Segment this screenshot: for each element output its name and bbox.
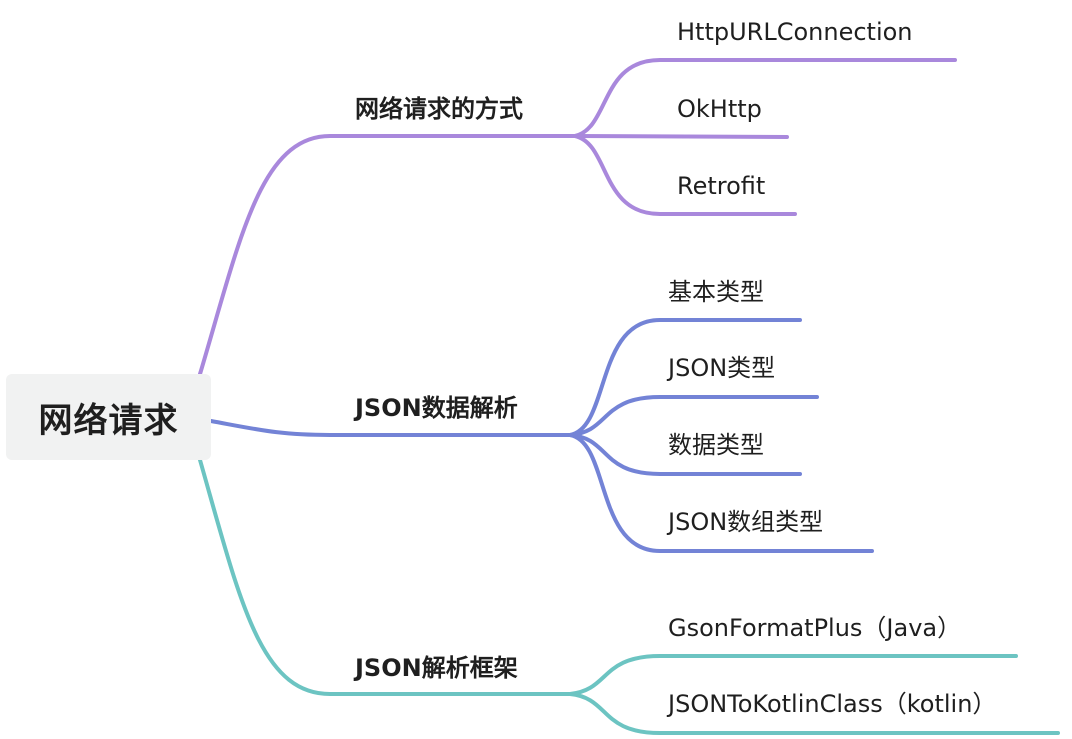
branch-2-leaf-4-label[interactable]: JSON数组类型 bbox=[668, 510, 823, 534]
root-to-branch-2-connector bbox=[209, 419, 577, 437]
branch-2-leaf-2-label[interactable]: JSON类型 bbox=[668, 356, 775, 380]
branch-1-leaf-2-label[interactable]: OkHttp bbox=[677, 97, 762, 121]
branch-3-leaf-2-label[interactable]: JSONToKotlinClass（kotlin） bbox=[668, 692, 996, 716]
root-label: 网络请求 bbox=[38, 400, 179, 441]
root-to-branch-1-connector bbox=[198, 134, 577, 376]
branch-1-label[interactable]: 网络请求的方式 bbox=[355, 97, 523, 121]
branch-2-leaf-3-label[interactable]: 数据类型 bbox=[668, 433, 764, 457]
root-node[interactable]: 网络请求 bbox=[6, 374, 211, 460]
branch-2-label[interactable]: JSON数据解析 bbox=[355, 396, 518, 420]
branch-3-to-leaf-1-connector bbox=[568, 654, 1018, 696]
branch-3-label[interactable]: JSON解析框架 bbox=[355, 656, 518, 680]
branch-2-leaf-1-label[interactable]: 基本类型 bbox=[668, 280, 764, 304]
branch-1-leaf-1-label[interactable]: HttpURLConnection bbox=[677, 20, 913, 44]
branch-1-to-leaf-1-connector bbox=[573, 58, 957, 138]
branch-2-to-leaf-2-connector bbox=[568, 395, 819, 437]
branch-1-leaf-3-label[interactable]: Retrofit bbox=[677, 174, 765, 198]
branch-1-to-leaf-2-connector bbox=[573, 134, 789, 139]
branch-3-leaf-1-label[interactable]: GsonFormatPlus（Java） bbox=[668, 616, 961, 640]
